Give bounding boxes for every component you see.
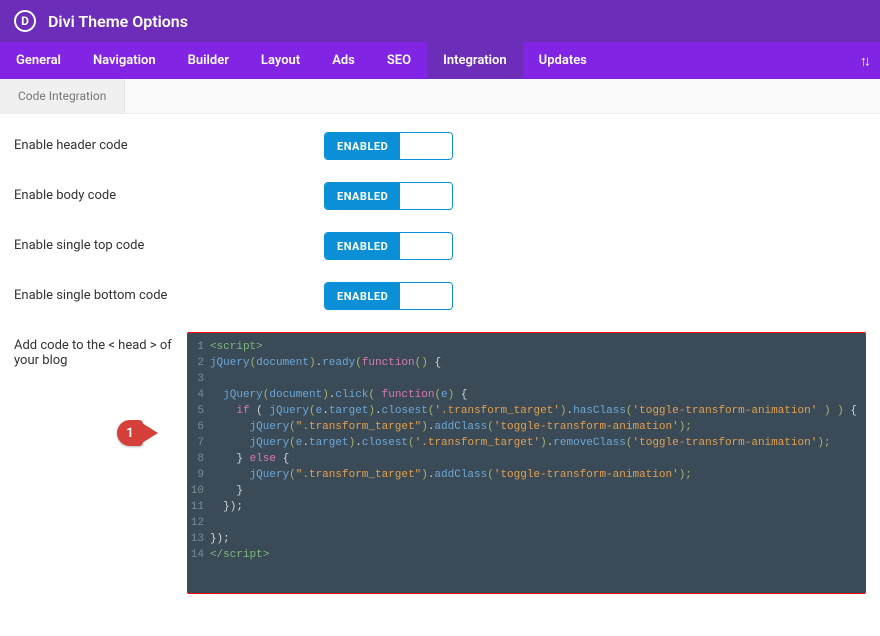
code-content: <script> [210, 339, 865, 355]
tab-builder[interactable]: Builder [172, 42, 245, 79]
row-enable-body-code: Enable body code ENABLED [14, 182, 866, 210]
line-number: 4 [188, 387, 210, 403]
label-enable-header-code: Enable header code [14, 132, 324, 153]
toggle-state: ENABLED [325, 133, 400, 159]
code-content: } else { [210, 451, 865, 467]
divi-logo: D [14, 10, 36, 32]
line-number: 12 [188, 515, 210, 531]
line-number: 1 [188, 339, 210, 355]
code-content: jQuery(document).ready(function() { [210, 355, 865, 371]
arrow-right-icon [142, 423, 158, 443]
line-number: 2 [188, 355, 210, 371]
toggle-state: ENABLED [325, 233, 400, 259]
code-content [210, 515, 865, 531]
app-header: D Divi Theme Options [0, 0, 880, 42]
toggle-enable-body-code[interactable]: ENABLED [324, 182, 453, 210]
code-content: jQuery(".transform_target").addClass('to… [210, 467, 865, 483]
row-enable-single-bottom-code: Enable single bottom code ENABLED [14, 282, 866, 310]
code-content: </script> [210, 547, 865, 563]
head-code-editor[interactable]: 1<script>2jQuery(document).ready(functio… [187, 332, 866, 594]
code-content: if ( jQuery(e.target).closest('.transfor… [210, 403, 865, 419]
code-line: 5 if ( jQuery(e.target).closest('.transf… [188, 403, 865, 419]
code-content: jQuery(document).click( function(e) { [210, 387, 865, 403]
toggle-knob [400, 133, 452, 159]
sort-arrows-icon[interactable]: ↑↓ [860, 52, 868, 69]
toggle-knob [400, 283, 452, 309]
code-content: }); [210, 531, 865, 547]
tab-integration[interactable]: Integration [427, 42, 523, 79]
head-code-editor-wrap: 1 1<script>2jQuery(document).ready(funct… [187, 332, 866, 594]
toggle-state: ENABLED [325, 283, 400, 309]
toggle-enable-single-top-code[interactable]: ENABLED [324, 232, 453, 260]
code-line: 10 } [188, 483, 865, 499]
toggle-enable-single-bottom-code[interactable]: ENABLED [324, 282, 453, 310]
toggle-knob [400, 183, 452, 209]
line-number: 6 [188, 419, 210, 435]
code-content: } [210, 483, 865, 499]
main-tabs: General Navigation Builder Layout Ads SE… [0, 42, 880, 79]
label-head-code: Add code to the < head > of your blog [14, 332, 187, 368]
logo-letter: D [21, 14, 29, 28]
sub-tabs: Code Integration [0, 79, 880, 114]
toggle-enable-header-code[interactable]: ENABLED [324, 132, 453, 160]
code-line: 1<script> [188, 339, 865, 355]
line-number: 13 [188, 531, 210, 547]
line-number: 11 [188, 499, 210, 515]
code-line: 11 }); [188, 499, 865, 515]
code-line: 3 [188, 371, 865, 387]
toggle-knob [400, 233, 452, 259]
subtab-code-integration[interactable]: Code Integration [0, 79, 125, 113]
label-enable-body-code: Enable body code [14, 182, 324, 203]
line-number: 5 [188, 403, 210, 419]
code-content [210, 371, 865, 387]
code-content: }); [210, 499, 865, 515]
tab-layout[interactable]: Layout [245, 42, 316, 79]
toggle-state: ENABLED [325, 183, 400, 209]
tab-general[interactable]: General [0, 42, 77, 79]
callout-1: 1 [117, 420, 158, 446]
code-line: 7 jQuery(e.target).closest('.transform_t… [188, 435, 865, 451]
row-enable-header-code: Enable header code ENABLED [14, 132, 866, 160]
row-enable-single-top-code: Enable single top code ENABLED [14, 232, 866, 260]
line-number: 14 [188, 547, 210, 563]
label-enable-single-top-code: Enable single top code [14, 232, 324, 253]
tab-ads[interactable]: Ads [316, 42, 371, 79]
line-number: 8 [188, 451, 210, 467]
code-line: 8 } else { [188, 451, 865, 467]
code-line: 13}); [188, 531, 865, 547]
code-line: 4 jQuery(document).click( function(e) { [188, 387, 865, 403]
line-number: 7 [188, 435, 210, 451]
callout-bubble: 1 [117, 420, 143, 446]
line-number: 9 [188, 467, 210, 483]
code-line: 12 [188, 515, 865, 531]
page-title: Divi Theme Options [48, 12, 188, 31]
tab-updates[interactable]: Updates [523, 42, 603, 79]
code-content: jQuery(e.target).closest('.transform_tar… [210, 435, 865, 451]
line-number: 3 [188, 371, 210, 387]
code-line: 9 jQuery(".transform_target").addClass('… [188, 467, 865, 483]
tab-seo[interactable]: SEO [371, 42, 427, 79]
settings-panel: Enable header code ENABLED Enable body c… [0, 114, 880, 636]
code-line: 2jQuery(document).ready(function() { [188, 355, 865, 371]
label-enable-single-bottom-code: Enable single bottom code [14, 282, 324, 303]
line-number: 10 [188, 483, 210, 499]
code-content: jQuery(".transform_target").addClass('to… [210, 419, 865, 435]
row-head-code: Add code to the < head > of your blog 1 … [14, 332, 866, 594]
tab-navigation[interactable]: Navigation [77, 42, 172, 79]
code-line: 6 jQuery(".transform_target").addClass('… [188, 419, 865, 435]
code-line: 14</script> [188, 547, 865, 563]
